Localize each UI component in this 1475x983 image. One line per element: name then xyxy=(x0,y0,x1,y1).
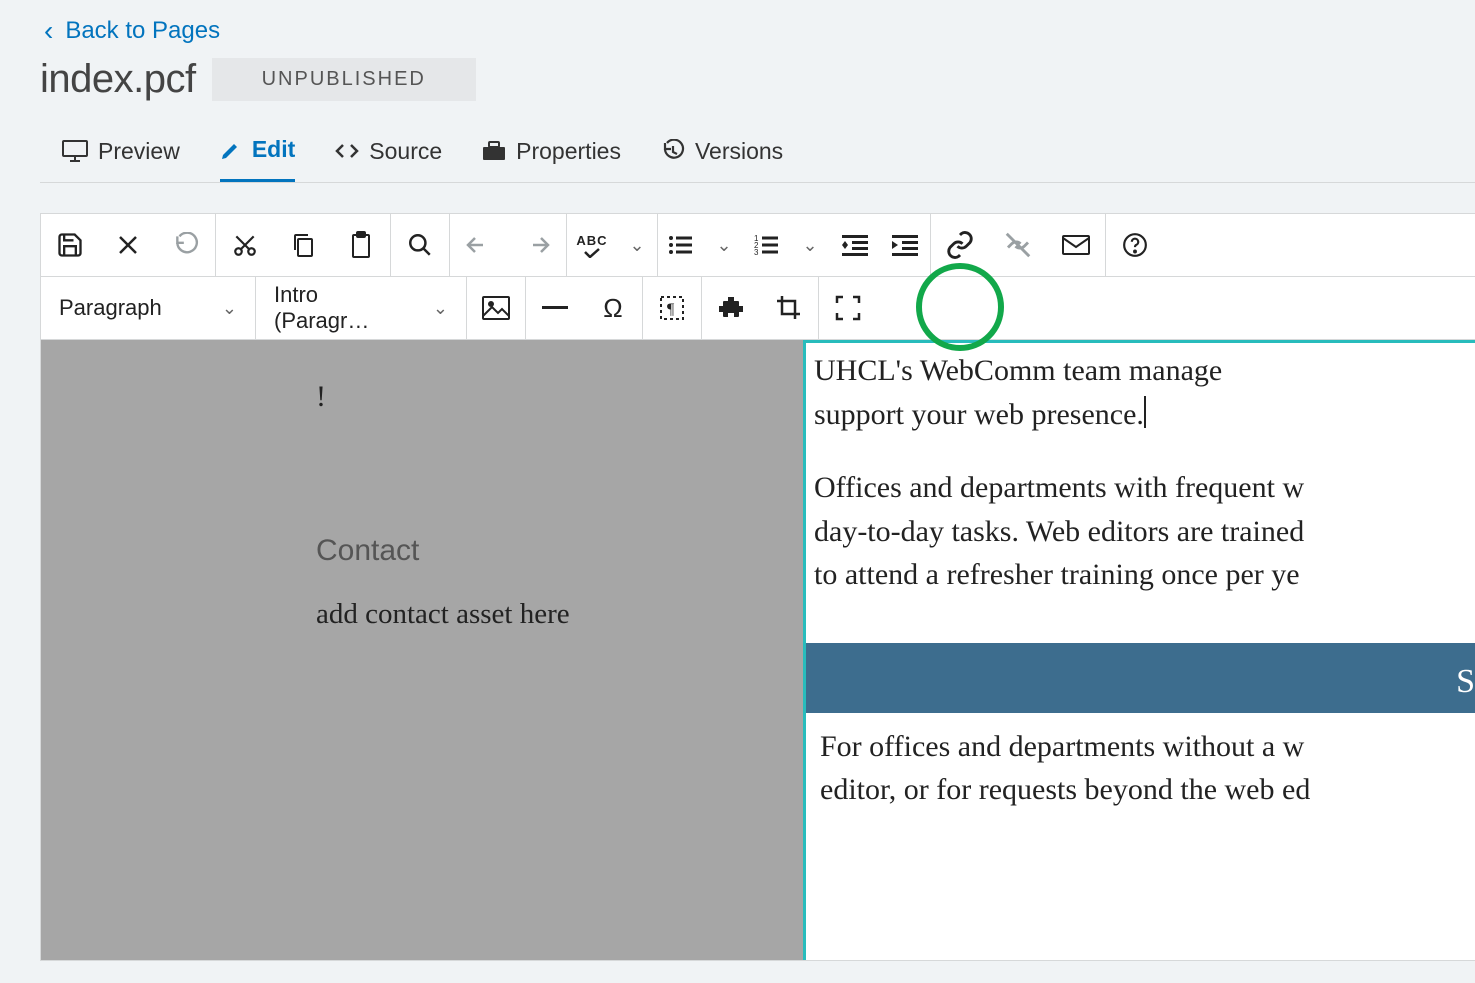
redo-button[interactable] xyxy=(508,214,566,276)
section-heading-bar: S xyxy=(806,643,1475,713)
chevron-down-icon: ⌄ xyxy=(222,298,237,319)
format-select[interactable]: Paragraph ⌄ xyxy=(41,277,256,339)
body-text: day-to-day tasks. Web editors are traine… xyxy=(814,515,1304,548)
tab-properties[interactable]: Properties xyxy=(482,132,621,182)
bullet-list-button[interactable] xyxy=(658,214,704,276)
editor-canvas[interactable]: ! Contact add contact asset here UHCL's … xyxy=(41,340,1475,960)
horizontal-rule-button[interactable] xyxy=(526,277,584,339)
intro-text: UHCL's WebComm team manage xyxy=(814,354,1222,387)
body-text: Offices and departments with frequent w xyxy=(814,471,1304,504)
spellcheck-button[interactable]: ABC xyxy=(567,214,617,276)
numbered-list-dropdown[interactable]: ⌄ xyxy=(790,214,830,276)
editor-toolbar: ABC ⌄ ⌄ 123 ⌄ xyxy=(40,213,1475,961)
crop-button[interactable] xyxy=(760,277,818,339)
sidebar-region: ! Contact add contact asset here xyxy=(41,340,803,960)
view-tabs: Preview Edit Source Properties Versions xyxy=(40,132,1475,183)
back-label: Back to Pages xyxy=(65,17,220,45)
revert-button[interactable] xyxy=(157,214,215,276)
remove-link-button[interactable] xyxy=(989,214,1047,276)
cut-button[interactable] xyxy=(216,214,274,276)
paste-button[interactable] xyxy=(332,214,390,276)
toolbox-icon xyxy=(482,141,506,161)
style-select[interactable]: Intro (Paragr… ⌄ xyxy=(256,277,466,339)
body-text: For offices and departments without a w xyxy=(820,730,1304,763)
tab-versions[interactable]: Versions xyxy=(661,132,783,182)
help-button[interactable] xyxy=(1106,214,1164,276)
monitor-icon xyxy=(62,140,88,162)
insert-link-button[interactable] xyxy=(931,214,989,276)
save-button[interactable] xyxy=(41,214,99,276)
outdent-button[interactable] xyxy=(830,214,880,276)
fullscreen-button[interactable] xyxy=(819,277,877,339)
file-name: index.pcf xyxy=(40,57,196,102)
tab-source[interactable]: Source xyxy=(335,132,442,182)
chevron-down-icon: ⌄ xyxy=(433,298,448,319)
chevron-left-icon: ‹ xyxy=(44,15,53,47)
bullet-list-dropdown[interactable]: ⌄ xyxy=(704,214,744,276)
spellcheck-dropdown[interactable]: ⌄ xyxy=(617,214,657,276)
placeholder-mark: ! xyxy=(316,380,803,414)
history-icon xyxy=(661,139,685,163)
contact-placeholder: add contact asset here xyxy=(316,598,803,631)
text-cursor xyxy=(1144,396,1146,428)
back-link[interactable]: ‹ Back to Pages xyxy=(40,0,1475,57)
numbered-list-button[interactable]: 123 xyxy=(744,214,790,276)
intro-text: support your web presence. xyxy=(814,398,1144,431)
body-text: editor, or for requests beyond the web e… xyxy=(820,773,1310,806)
components-button[interactable] xyxy=(702,277,760,339)
status-badge: UNPUBLISHED xyxy=(212,58,476,101)
indent-button[interactable] xyxy=(880,214,930,276)
copy-button[interactable] xyxy=(274,214,332,276)
main-content-region[interactable]: UHCL's WebComm team manage support your … xyxy=(803,340,1475,960)
select-all-button[interactable]: ¶ xyxy=(643,277,701,339)
pencil-icon xyxy=(220,139,242,161)
undo-button[interactable] xyxy=(450,214,508,276)
insert-image-button[interactable] xyxy=(467,277,525,339)
code-icon xyxy=(335,142,359,160)
body-text: to attend a refresher training once per … xyxy=(814,558,1300,591)
close-button[interactable] xyxy=(99,214,157,276)
svg-text:3: 3 xyxy=(754,248,759,256)
mailto-button[interactable] xyxy=(1047,214,1105,276)
tab-edit[interactable]: Edit xyxy=(220,132,295,182)
contact-heading: Contact xyxy=(316,534,803,568)
special-char-button[interactable]: Ω xyxy=(584,277,642,339)
find-button[interactable] xyxy=(391,214,449,276)
svg-text:¶: ¶ xyxy=(667,301,675,318)
tab-preview[interactable]: Preview xyxy=(62,132,180,182)
